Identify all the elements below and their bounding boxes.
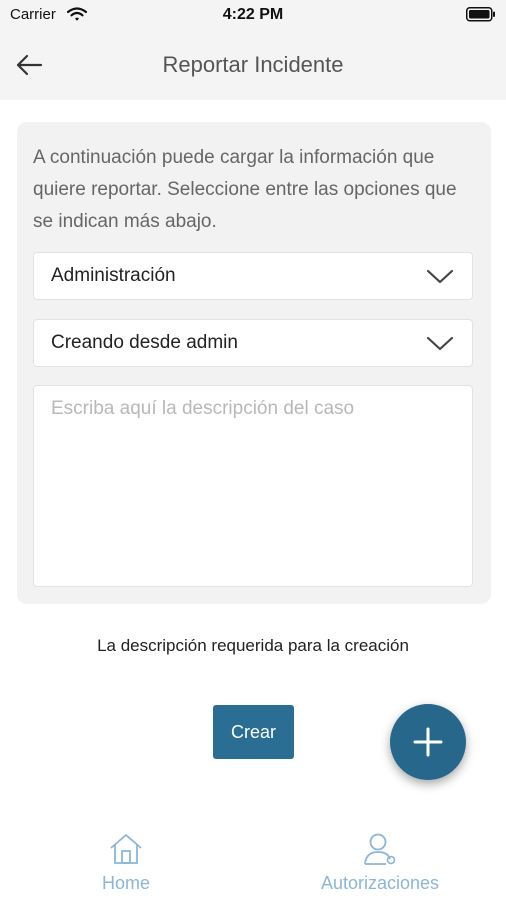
chevron-down-icon xyxy=(426,269,454,290)
chevron-down-icon xyxy=(426,336,454,357)
description-textarea[interactable] xyxy=(33,385,473,587)
app-header: Reportar Incidente xyxy=(0,30,506,100)
nav-item-home[interactable]: Home xyxy=(90,832,162,894)
battery-icon xyxy=(466,7,496,27)
clock: 4:22 PM xyxy=(222,6,284,23)
nav-label-autorizaciones: Autorizaciones xyxy=(320,873,440,893)
home-icon xyxy=(108,834,144,870)
status-bar: Carrier 4:22 PM xyxy=(0,0,506,30)
intro-text: A continuación puede cargar la informaci… xyxy=(33,147,457,232)
user-icon xyxy=(362,833,398,870)
add-fab-button[interactable] xyxy=(390,704,466,780)
nav-item-autorizaciones[interactable]: Autorizaciones xyxy=(310,832,450,894)
category-select[interactable]: Administración xyxy=(33,252,473,300)
category-select-value: Administración xyxy=(51,265,176,286)
helper-text: La descripción requerida para la creació… xyxy=(97,636,409,655)
subcategory-select-value: Creando desde admin xyxy=(51,332,238,353)
create-button[interactable]: Crear xyxy=(213,705,294,759)
report-form-card: A continuación puede cargar la informaci… xyxy=(17,122,491,604)
page-title: Reportar Incidente xyxy=(162,52,344,77)
subcategory-select[interactable]: Creando desde admin xyxy=(33,319,473,367)
nav-label-home: Home xyxy=(101,873,150,893)
